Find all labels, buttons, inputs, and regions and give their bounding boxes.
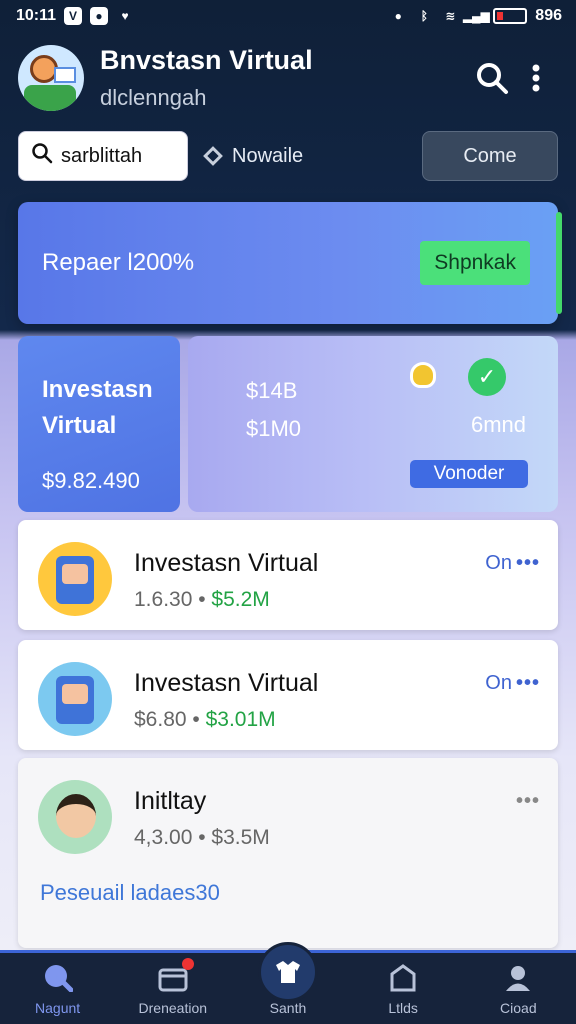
avatar-card-icon: [54, 67, 76, 83]
filter-chip[interactable]: Nowaile: [203, 144, 422, 168]
camera-icon: ●: [90, 7, 109, 25]
wifi-icon: ≋: [445, 9, 456, 23]
chip-label: Nowaile: [232, 144, 304, 167]
item-meta: 4,3.00 • $3.5M: [134, 826, 516, 850]
more-horiz-icon: •••: [515, 552, 540, 574]
avatar-body: [24, 85, 76, 111]
tile-title-line1: Investasn: [42, 376, 153, 403]
item-body: Investasn Virtual $6.80 • $3.01M: [134, 662, 485, 732]
list-item[interactable]: Investasn Virtual 1.6.30 • $5.2M On •••: [18, 520, 558, 630]
banner-edge: [556, 212, 562, 314]
item-qty: 4,3.00: [134, 826, 193, 849]
come-button[interactable]: Come: [422, 131, 558, 181]
item-avatar-icon: [38, 542, 112, 616]
person-face-graphic: [56, 794, 96, 838]
item-price: $3.01M: [205, 708, 276, 731]
investment-tile[interactable]: Investasn Virtual $9.82.490: [18, 336, 180, 512]
more-horiz-icon: •••: [515, 672, 540, 694]
search-small-icon: [31, 142, 53, 170]
check-icon: ✓: [468, 358, 506, 396]
item-avatar-icon: [38, 780, 112, 854]
nav-home[interactable]: Nagunt: [3, 964, 113, 1016]
calendar-icon: [158, 958, 194, 992]
card-link[interactable]: Peseuail ladaes30: [40, 880, 220, 906]
status-time: 10:11: [16, 7, 57, 24]
item-qty: $6.80: [134, 708, 187, 731]
nav-calendar[interactable]: Dreneation: [118, 958, 228, 1016]
status-left: 10:11 V ● ♥: [16, 7, 134, 25]
shield-icon: [410, 362, 436, 388]
alarm-icon: ●: [394, 9, 402, 23]
item-action-label: On: [485, 672, 512, 694]
item-body: Initltay 4,3.00 • $3.5M: [134, 780, 516, 850]
diamond-icon: [203, 146, 223, 166]
item-price: $5.2M: [211, 588, 270, 611]
list-item[interactable]: Initltay 4,3.00 • $3.5M ••• Peseuail lad…: [18, 758, 558, 948]
item-title: Investasn Virtual: [134, 669, 319, 697]
nav-profile[interactable]: Cioad: [463, 964, 573, 1016]
nav-label: Santh: [269, 1000, 307, 1016]
app-header: Bnvstasn Virtual dlclenngah: [0, 32, 576, 124]
item-separator: •: [192, 708, 206, 731]
item-separator: •: [198, 588, 212, 611]
header-text: Bnvstasn Virtual dlclenngah: [100, 43, 470, 113]
item-action[interactable]: •••: [516, 790, 540, 813]
home-icon: [43, 964, 73, 992]
face-graphic: [62, 564, 88, 584]
nav-label: Ltlds: [388, 1000, 418, 1016]
nav-label: Dreneation: [138, 1000, 208, 1016]
promo-banner[interactable]: Repaer l200% Shpnkak: [18, 202, 558, 324]
notification-icon: V: [64, 7, 83, 25]
item-avatar-icon: [38, 662, 112, 736]
heart-icon: ♥: [121, 9, 129, 23]
banner-text: Repaer l200%: [42, 249, 195, 276]
status-bar: 10:11 V ● ♥ ● ᛒ ≋ ▂▄▆ 896: [0, 0, 576, 32]
avatar[interactable]: [18, 45, 84, 111]
bluetooth-icon: ᛒ: [420, 9, 428, 23]
screen-graphic: [62, 684, 88, 704]
item-action[interactable]: On •••: [485, 672, 540, 695]
item-qty: 1.6.30: [134, 588, 193, 611]
nav-label: Nagunt: [35, 1000, 81, 1016]
nav-label: Cioad: [500, 1000, 537, 1016]
stats-tile[interactable]: $14B $1M0 ✓ 6mnd Vonoder: [188, 336, 558, 512]
tile-value: $9.82.490: [42, 468, 140, 493]
search-value: sarblittah: [61, 144, 143, 167]
item-separator: •: [198, 826, 212, 849]
vonoder-button[interactable]: Vonoder: [410, 460, 528, 488]
item-body: Investasn Virtual 1.6.30 • $5.2M: [134, 542, 485, 612]
item-meta: $6.80 • $3.01M: [134, 708, 485, 732]
search-icon[interactable]: [470, 56, 514, 100]
more-vert-icon[interactable]: [514, 56, 558, 100]
shirt-icon[interactable]: [258, 942, 318, 1002]
more-horiz-icon: •••: [515, 790, 540, 812]
tile-title-line2: Virtual: [42, 412, 117, 439]
shop-icon: [388, 964, 418, 992]
battery-label: 896: [535, 7, 562, 24]
stat-side-label: 6mnd: [470, 412, 526, 437]
item-title: Initltay: [134, 787, 207, 815]
battery-icon: [493, 8, 528, 24]
app-title: Bnvstasn Virtual: [100, 45, 313, 75]
status-right: ● ᛒ ≋ ▂▄▆ 896: [389, 7, 562, 25]
item-price: $3.5M: [211, 826, 270, 849]
list-item[interactable]: Investasn Virtual $6.80 • $3.01M On •••: [18, 640, 558, 750]
item-action-label: On: [485, 552, 512, 574]
signal-icon: ▂▄▆: [462, 9, 490, 23]
nav-shop[interactable]: Ltlds: [348, 964, 458, 1016]
notification-badge: [181, 958, 194, 970]
item-action[interactable]: On •••: [485, 552, 540, 575]
search-input[interactable]: sarblittah: [18, 131, 188, 181]
profile-icon: [503, 964, 533, 992]
app-subtitle: dlclenngah: [100, 85, 207, 110]
controls-row: sarblittah Nowaile Come: [18, 130, 558, 182]
item-title: Investasn Virtual: [134, 549, 319, 577]
banner-button[interactable]: Shpnkak: [420, 241, 530, 285]
item-meta: 1.6.30 • $5.2M: [134, 588, 485, 612]
